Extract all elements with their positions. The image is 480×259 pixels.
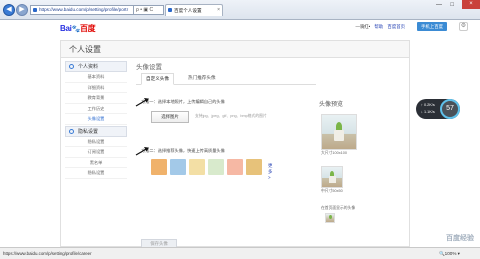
sidebar-group-label: 个人资料 bbox=[78, 64, 99, 70]
annotation-arrow-icon bbox=[135, 98, 149, 107]
mobile-baidu-button[interactable]: 手机上百度 bbox=[417, 22, 447, 31]
user-icon bbox=[69, 64, 74, 69]
preview-medium-image bbox=[321, 166, 343, 188]
baidu-home-link[interactable]: 百度首页 bbox=[387, 24, 405, 29]
plant-leaf bbox=[329, 215, 332, 219]
recommended-avatar[interactable] bbox=[170, 159, 186, 175]
avatar-settings: 头像设置 自定义头像 热门推荐头像 方法一：选择本地照片，上传编辑自己的头像 选… bbox=[136, 61, 316, 249]
address-bar[interactable]: https://www.baidu.com/p/setting/profile/… bbox=[30, 5, 134, 15]
preview-large-image bbox=[321, 114, 357, 150]
preview-medium-caption: 中尺寸50x50 bbox=[321, 189, 343, 193]
recommended-avatar[interactable] bbox=[151, 159, 167, 175]
logo-du-text: 百度 bbox=[79, 24, 96, 33]
tab-baidu-settings[interactable]: 百度个人设置 × bbox=[165, 4, 223, 16]
logo-bai-text: Bai bbox=[60, 24, 72, 33]
preview-small-caption: 在首页面显示的头像 bbox=[321, 206, 356, 210]
help-link[interactable]: 帮助 bbox=[374, 24, 383, 29]
status-bar: https://www.baidu.com/p/setting/profile/… bbox=[0, 247, 480, 259]
method-one-text: 方法一：选择本地照片，上传编辑自己的头像 bbox=[141, 99, 225, 104]
network-speed-widget[interactable]: ↑ 0.2K/s ↓ 1.1K/s 57 bbox=[416, 99, 460, 119]
avatar-preview: 头像预览 bbox=[319, 99, 379, 113]
recommended-avatar[interactable] bbox=[246, 159, 262, 175]
preview-large-caption: 大尺寸100x100 bbox=[321, 151, 347, 155]
plant-pot bbox=[334, 130, 344, 141]
tab-favicon-icon bbox=[168, 8, 172, 12]
sidebar-item-privacy-2[interactable]: 隐私设置 bbox=[65, 168, 127, 179]
minimize-button[interactable]: — bbox=[436, 2, 442, 8]
sidebar-group-label: 隐私设置 bbox=[78, 128, 99, 135]
method-two-text: 方法二：选择推荐头像，快速上传高质量头像 bbox=[141, 148, 225, 153]
recommended-avatar[interactable] bbox=[227, 159, 243, 175]
site-favicon-icon bbox=[33, 8, 37, 12]
status-url: https://www.baidu.com/p/setting/profile/… bbox=[3, 251, 92, 256]
memory-percent: 57 bbox=[440, 99, 460, 119]
choose-image-button[interactable]: 选择图片 bbox=[151, 111, 189, 123]
tab-title: 百度个人设置 bbox=[174, 8, 202, 13]
zoom-level[interactable]: 🔍100% ▾ bbox=[439, 248, 460, 259]
watermark-logo: 百度经验 bbox=[446, 235, 474, 242]
forward-button[interactable]: ▶ bbox=[16, 4, 28, 16]
annotation-arrow-icon bbox=[135, 147, 149, 156]
address-url: https://www.baidu.com/p/setting/profile/… bbox=[39, 7, 129, 12]
sidebar-group-privacy[interactable]: 隐私设置 bbox=[65, 125, 127, 137]
avatar-tabs: 自定义头像 热门推荐头像 bbox=[136, 73, 316, 85]
window-close-button[interactable]: × bbox=[462, 0, 480, 9]
settings-panel: 个人设置 个人资料 基本资料 详细资料 教育背景 工作历史 头像设置 隐私设置 … bbox=[60, 40, 410, 249]
sidebar-item-blacklist[interactable]: 黑名单 bbox=[65, 158, 127, 168]
web-page: Bai🐾百度 —骑红• 帮助 百度首页 手机上百度 ⚙ 个人设置 个人资料 基本… bbox=[0, 20, 480, 249]
sidebar-item-privacy[interactable]: 隐私设置 bbox=[65, 137, 127, 147]
sidebar-item-avatar[interactable]: 头像设置 bbox=[65, 114, 127, 125]
upload-format-hint: 支持jpg、jpeg、gif、png、bmp格式的图片 bbox=[195, 114, 267, 118]
back-button[interactable]: ◀ bbox=[3, 4, 15, 16]
paw-icon: 🐾 bbox=[71, 26, 81, 33]
sidebar-item-detailed-info[interactable]: 详细资料 bbox=[65, 83, 127, 93]
sidebar-group-profile[interactable]: 个人资料 bbox=[65, 61, 127, 72]
maximize-button[interactable]: □ bbox=[450, 2, 454, 8]
preview-small-image bbox=[325, 213, 335, 223]
lock-icon bbox=[69, 128, 74, 134]
gear-icon[interactable]: ⚙ bbox=[459, 22, 468, 31]
tab-close-icon[interactable]: × bbox=[217, 5, 220, 16]
more-avatars-link[interactable]: 更多> bbox=[268, 163, 272, 180]
sidebar-item-subscription[interactable]: 订阅设置 bbox=[65, 147, 127, 158]
address-tools[interactable]: ρ • ▣ C bbox=[134, 5, 164, 15]
upload-speed: ↑ 0.2K/s bbox=[421, 103, 435, 107]
sidebar-item-basic-info[interactable]: 基本资料 bbox=[65, 72, 127, 83]
user-menu[interactable]: —骑红• bbox=[355, 24, 370, 29]
recommended-avatar[interactable] bbox=[189, 159, 205, 175]
browser-toolbar: ◀ ▶ https://www.baidu.com/p/setting/prof… bbox=[0, 0, 480, 20]
page-title: 个人设置 bbox=[61, 41, 409, 58]
plant-pot bbox=[329, 176, 336, 183]
preview-title: 头像预览 bbox=[319, 102, 344, 108]
top-links: —骑红• 帮助 百度首页 bbox=[355, 24, 405, 30]
tab-custom-avatar[interactable]: 自定义头像 bbox=[141, 73, 174, 85]
recommended-avatar[interactable] bbox=[208, 159, 224, 175]
sidebar-item-work-history[interactable]: 工作历史 bbox=[65, 104, 127, 114]
sidebar-item-education[interactable]: 教育背景 bbox=[65, 93, 127, 104]
download-speed: ↓ 1.1K/s bbox=[421, 110, 435, 114]
baidu-logo[interactable]: Bai🐾百度 bbox=[60, 23, 96, 34]
section-title: 头像设置 bbox=[136, 64, 162, 71]
tab-popular-avatar[interactable]: 热门推荐头像 bbox=[188, 75, 216, 81]
sidebar: 个人资料 基本资料 详细资料 教育背景 工作历史 头像设置 隐私设置 隐私设置 … bbox=[65, 61, 127, 179]
